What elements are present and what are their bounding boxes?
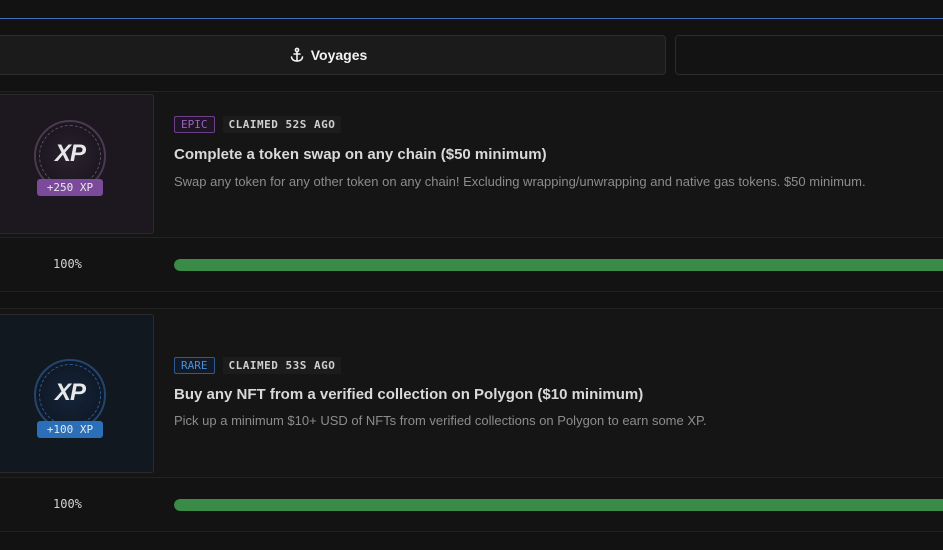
claimed-status: CLAIMED 53S AGO bbox=[222, 357, 342, 374]
xp-badge-text: XP bbox=[54, 140, 86, 167]
anchor-icon bbox=[289, 47, 305, 63]
xp-badge-text: XP bbox=[54, 379, 86, 406]
rarity-badge: RARE bbox=[174, 357, 215, 374]
xp-reward-pill: +250 XP bbox=[37, 179, 103, 196]
quest-card: XP +250 XP EPIC CLAIMED 52S AGO Complete… bbox=[0, 91, 943, 292]
tab-secondary[interactable] bbox=[675, 35, 943, 75]
tab-voyages-label: Voyages bbox=[310, 47, 368, 63]
progress-bar-fill bbox=[174, 259, 943, 271]
progress-row: 100% bbox=[0, 237, 943, 291]
progress-bar bbox=[174, 259, 943, 271]
xp-reward-pill: +100 XP bbox=[37, 421, 103, 438]
progress-percent: 100% bbox=[53, 257, 82, 271]
quest-description: Swap any token for any other token on an… bbox=[174, 174, 866, 189]
quest-thumbnail: XP +250 XP bbox=[0, 94, 154, 234]
quest-thumbnail: XP +100 XP bbox=[0, 314, 154, 473]
progress-bar bbox=[174, 499, 943, 511]
quest-description: Pick up a minimum $10+ USD of NFTs from … bbox=[174, 413, 707, 428]
progress-percent: 100% bbox=[53, 497, 82, 511]
quest-title: Complete a token swap on any chain ($50 … bbox=[174, 146, 547, 163]
quest-title: Buy any NFT from a verified collection o… bbox=[174, 386, 644, 403]
progress-bar-fill bbox=[174, 499, 943, 511]
progress-row: 100% bbox=[0, 477, 943, 531]
tab-voyages[interactable]: Voyages bbox=[0, 35, 666, 75]
quest-card: XP +100 XP RARE CLAIMED 53S AGO Buy any … bbox=[0, 308, 943, 532]
top-divider bbox=[0, 18, 943, 19]
quest-tags: RARE CLAIMED 53S AGO bbox=[174, 357, 342, 374]
rarity-badge: EPIC bbox=[174, 116, 215, 133]
claimed-status: CLAIMED 52S AGO bbox=[222, 116, 342, 133]
quest-tags: EPIC CLAIMED 52S AGO bbox=[174, 116, 342, 133]
